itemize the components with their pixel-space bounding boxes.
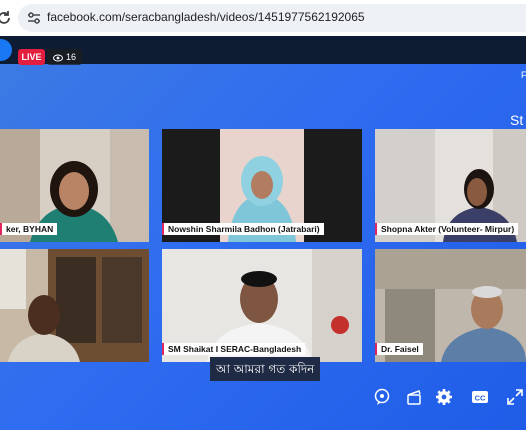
participant-name-label: Nowshin Sharmila Badhon (Jatrabari)	[162, 223, 324, 235]
slide-title-fragment: St	[510, 112, 524, 128]
participant-tile[interactable]	[0, 249, 149, 362]
viewer-count-value: 16	[66, 52, 77, 62]
participant-name-label: Shopna Akter (Volunteer- Mirpur)	[375, 223, 519, 235]
url-text[interactable]: facebook.com/seracbangladesh/videos/1451…	[47, 10, 365, 24]
comment-icon[interactable]	[372, 387, 392, 407]
eye-icon	[53, 54, 63, 62]
participant-tile[interactable]: Nowshin Sharmila Badhon (Jatrabari)	[162, 129, 362, 242]
svg-text:CC: CC	[475, 394, 486, 403]
reload-icon[interactable]	[0, 8, 14, 28]
facebook-logo-icon	[0, 39, 12, 61]
cc-icon[interactable]: CC	[470, 387, 490, 407]
participant-name-label: ker, BYHAN	[0, 223, 58, 235]
participant-tile[interactable]: ker, BYHAN	[0, 129, 149, 242]
video-player[interactable]: LIVE 16 F St ker, BYHAN Nowshin Sharmila…	[0, 36, 526, 430]
url-bar[interactable]: facebook.com/seracbangladesh/videos/1451…	[18, 4, 526, 32]
browser-address-bar: facebook.com/seracbangladesh/videos/1451…	[0, 0, 526, 36]
viewer-count: 16	[47, 49, 83, 65]
participant-name-label: SM Shaikat I SERAC-Bangladesh	[162, 343, 306, 355]
participant-tile[interactable]: SM Shaikat I SERAC-Bangladesh	[162, 249, 362, 362]
clapper-icon[interactable]	[404, 387, 424, 407]
live-badge: LIVE	[18, 49, 45, 65]
participant-tile[interactable]: Dr. Faisel	[375, 249, 526, 362]
participant-video	[0, 249, 149, 362]
participant-name-label: Dr. Faisel	[375, 343, 423, 355]
fullscreen-icon[interactable]	[505, 387, 525, 407]
live-caption: আ আমরা গত কদিন	[210, 357, 321, 381]
participant-tile[interactable]: Shopna Akter (Volunteer- Mirpur)	[375, 129, 526, 242]
gear-icon[interactable]	[434, 387, 454, 407]
tune-icon[interactable]	[26, 10, 42, 26]
edge-text-top: F	[521, 70, 526, 80]
